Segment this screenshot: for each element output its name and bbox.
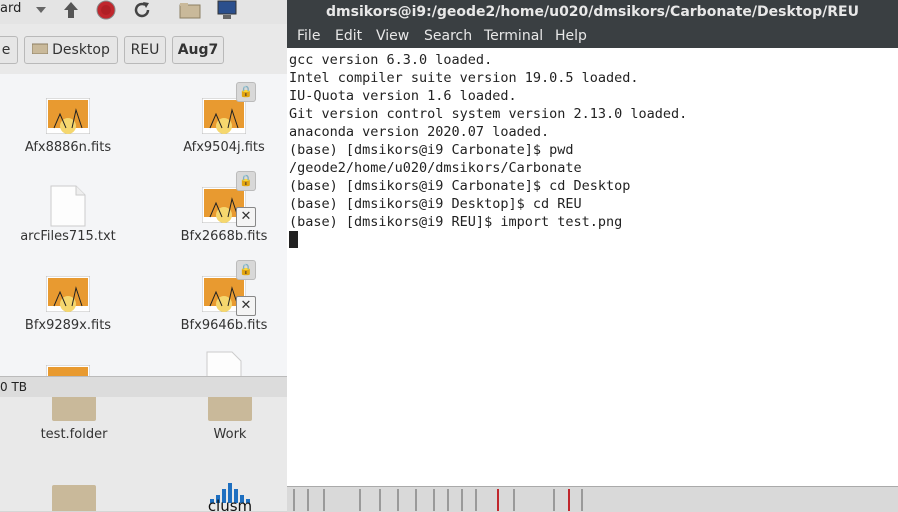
broken-link-icon: ✕ [236, 296, 256, 316]
file-name: Bfx9646b.fits [180, 318, 268, 333]
text-cursor [289, 231, 298, 248]
file-name: Bfx9289x.fits [24, 318, 112, 333]
up-arrow-icon[interactable] [60, 0, 82, 20]
terminal-window: dmsikors@i9:/geode2/home/u020/dmsikors/C… [287, 0, 898, 486]
lock-icon: 🔒 [236, 82, 256, 102]
terminal-output[interactable]: gcc version 6.3.0 loaded. Intel compiler… [287, 48, 898, 486]
file-name: arcFiles715.txt [20, 229, 116, 244]
taskbar-separator [513, 489, 515, 511]
desktop-folder-icon [31, 42, 49, 58]
taskbar-separator [433, 489, 435, 511]
terminal-line: (base) [dmsikors@i9 Carbonate]$ cd Deskt… [289, 178, 631, 194]
terminal-line: Intel compiler suite version 19.0.5 load… [289, 70, 639, 86]
taskbar-separator [323, 489, 325, 511]
file-name: Afx8886n.fits [24, 140, 112, 155]
terminal-line: /geode2/home/u020/dmsikors/Carbonate [289, 160, 582, 176]
desktop: test.folder Work clusm [0, 397, 287, 511]
folder-icon [208, 397, 252, 421]
terminal-title: dmsikors@i9:/geode2/home/u020/dmsikors/C… [287, 0, 898, 26]
taskbar-separator [581, 489, 583, 511]
desktop-item-label: test.folder [40, 427, 108, 442]
image-thumbnail-icon [46, 365, 90, 376]
taskbar-separator [293, 489, 295, 511]
menu-search[interactable]: Search [424, 28, 472, 44]
computer-icon[interactable] [216, 0, 238, 20]
home-folder-icon[interactable] [179, 0, 201, 20]
taskbar-separator [307, 489, 309, 511]
lock-icon: 🔒 [236, 171, 256, 191]
toolbar-label: ard [0, 1, 22, 16]
breadcrumb-item[interactable]: e [0, 36, 18, 64]
taskbar-separator [461, 489, 463, 511]
taskbar-indicator [497, 489, 499, 511]
folder-icon [52, 397, 96, 421]
breadcrumb: e Desktop REU Aug7 [0, 36, 287, 66]
file-name: Afx9504j.fits [183, 140, 265, 155]
taskbar-separator [359, 489, 361, 511]
breadcrumb-item-aug7[interactable]: Aug7 [172, 36, 224, 64]
file-name: Bfx2668b.fits [180, 229, 268, 244]
desktop-item-label: clusm [207, 497, 253, 511]
file-manager-window: ard e Desktop REU Aug7 Afx8886n.fits 🔒 A… [0, 0, 287, 511]
terminal-line: (base) [dmsikors@i9 Carbonate]$ pwd [289, 142, 574, 158]
reload-icon[interactable] [131, 0, 153, 20]
menu-terminal[interactable]: Terminal [484, 28, 543, 44]
stop-icon[interactable] [95, 0, 117, 20]
terminal-menubar: File Edit View Search Terminal Help [287, 26, 898, 48]
image-thumbnail-icon [46, 276, 90, 312]
terminal-line: gcc version 6.3.0 loaded. [289, 52, 493, 68]
file-manager-toolbar: ard [0, 0, 287, 24]
taskbar-separator [379, 489, 381, 511]
file-grid: Afx8886n.fits 🔒 Afx9504j.fits arcFiles71… [0, 74, 287, 376]
taskbar-separator [475, 489, 477, 511]
terminal-line: IU-Quota version 1.6 loaded. [289, 88, 517, 104]
broken-link-icon: ✕ [236, 207, 256, 227]
breadcrumb-item-reu[interactable]: REU [124, 36, 166, 64]
taskbar [287, 486, 898, 512]
lock-icon: 🔒 [236, 260, 256, 280]
menu-help[interactable]: Help [555, 28, 587, 44]
breadcrumb-item-desktop[interactable]: Desktop [24, 36, 118, 64]
menu-view[interactable]: View [376, 28, 409, 44]
image-thumbnail-icon [202, 98, 246, 134]
taskbar-separator [447, 489, 449, 511]
image-thumbnail-icon [46, 98, 90, 134]
terminal-line: (base) [dmsikors@i9 REU]$ import test.pn… [289, 214, 623, 230]
taskbar-separator [397, 489, 399, 511]
terminal-line: (base) [dmsikors@i9 Desktop]$ cd REU [289, 196, 582, 212]
desktop-item-label: Work [213, 427, 247, 442]
menu-file[interactable]: File [297, 28, 320, 44]
taskbar-indicator [568, 489, 570, 511]
breadcrumb-label: Desktop [52, 42, 110, 58]
text-file-icon [206, 351, 242, 376]
terminal-line: anaconda version 2020.07 loaded. [289, 124, 550, 140]
status-bar: 0 TB [0, 376, 287, 398]
chevron-down-icon[interactable] [30, 0, 52, 20]
terminal-line: Git version control system version 2.13.… [289, 106, 688, 122]
folder-icon [52, 485, 96, 511]
taskbar-separator [415, 489, 417, 511]
text-file-icon [50, 185, 86, 227]
taskbar-separator [553, 489, 555, 511]
menu-edit[interactable]: Edit [335, 28, 362, 44]
